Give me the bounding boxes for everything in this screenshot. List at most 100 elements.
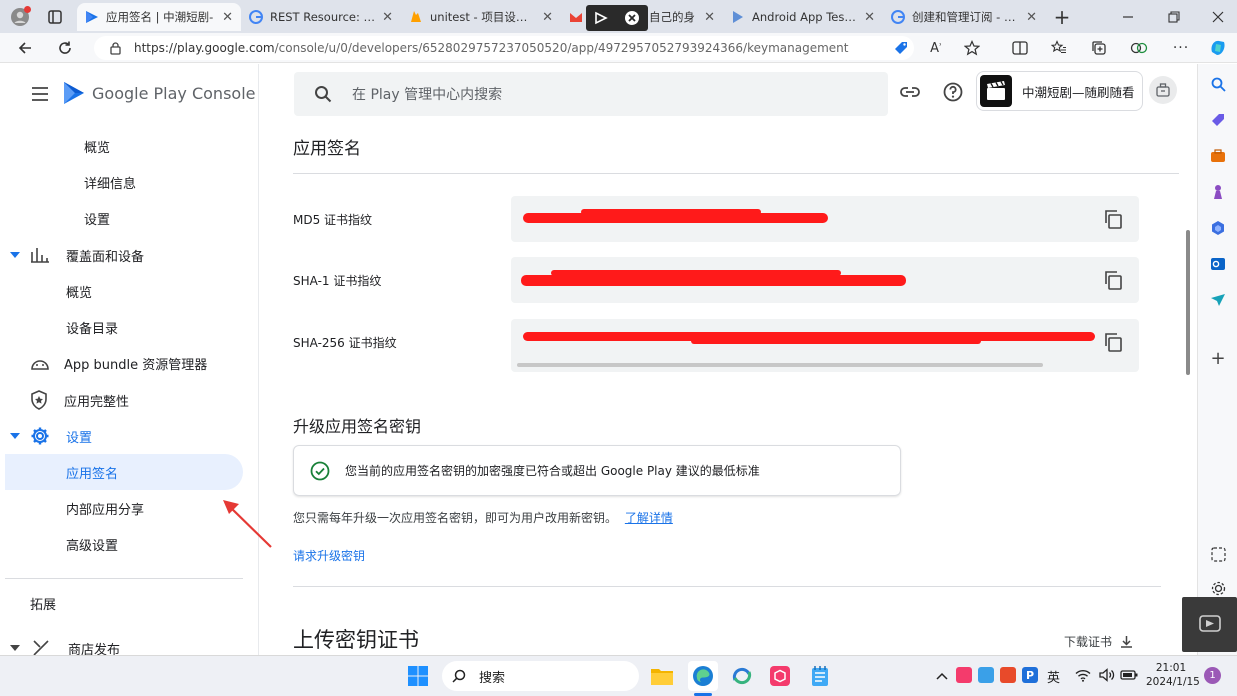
notepad-taskbar-icon[interactable]: [806, 662, 834, 690]
close-tab-icon[interactable]: ✕: [864, 10, 875, 25]
nav-setup[interactable]: 设置: [84, 200, 110, 236]
microsoft-365-icon[interactable]: [1208, 218, 1228, 238]
tab-rest-resource[interactable]: REST Resource: purch ✕: [241, 3, 401, 31]
tray-app-orange-icon[interactable]: [1000, 667, 1016, 683]
file-explorer-icon[interactable]: [648, 662, 676, 690]
play-console-logo-icon: [64, 82, 84, 104]
nav-label: 内部应用分享: [66, 502, 145, 518]
refresh-icon[interactable]: [54, 38, 76, 58]
wifi-icon[interactable]: [1074, 667, 1092, 683]
app-loop-taskbar-icon[interactable]: [728, 662, 756, 690]
capture-close-icon[interactable]: [624, 10, 640, 26]
play-console-logo[interactable]: Google Play Console: [62, 80, 255, 106]
restore-icon[interactable]: [1164, 7, 1184, 27]
extensions-icon[interactable]: [1128, 38, 1150, 58]
add-sidebar-app-icon[interactable]: +: [1208, 348, 1228, 369]
expand-caret-icon: [10, 433, 20, 439]
download-certificate-button[interactable]: 下载证书: [1064, 633, 1133, 650]
shopping-icon[interactable]: [1208, 110, 1228, 130]
tab-actions-icon[interactable]: [45, 7, 65, 27]
sidebar-search-icon[interactable]: [1208, 74, 1228, 94]
volume-icon[interactable]: [1098, 667, 1116, 683]
request-upgrade-link[interactable]: 请求升级密钥: [293, 547, 365, 564]
nav-details[interactable]: 详细信息: [84, 164, 136, 200]
link-icon[interactable]: [898, 80, 922, 104]
tab-manage-subscriptions[interactable]: 创建和管理订阅 - Pla ✕: [883, 3, 1045, 31]
copilot-icon[interactable]: [1206, 37, 1230, 59]
nav-device-catalog[interactable]: 设备目录: [66, 309, 118, 345]
screen-tool-icon[interactable]: [1208, 544, 1228, 564]
edge-taskbar-icon[interactable]: [688, 661, 718, 691]
tab-title: 应用签名 | 中潮短剧-: [106, 10, 214, 24]
notification-badge[interactable]: 1: [1204, 667, 1221, 684]
tab-title: unitest - 项目设置 - 知: [430, 10, 536, 24]
nav-advanced-settings[interactable]: 高级设置: [66, 526, 118, 562]
close-tab-icon[interactable]: ✕: [704, 10, 715, 25]
nav-section-grow: 拓展: [30, 585, 56, 621]
nav-label: App bundle 资源管理器: [64, 357, 208, 373]
account-button[interactable]: [1149, 76, 1177, 104]
copy-icon[interactable]: [1103, 270, 1123, 290]
collections-icon[interactable]: [1088, 38, 1110, 58]
nav-app-bundle-explorer[interactable]: App bundle 资源管理器: [30, 345, 207, 381]
menu-icon[interactable]: [28, 84, 52, 104]
copy-icon[interactable]: [1103, 332, 1123, 352]
address-bar[interactable]: https://play.google.com/console/u/0/deve…: [94, 36, 914, 60]
md5-redaction: [581, 209, 761, 215]
tools-icon[interactable]: [1208, 146, 1228, 166]
new-tab-icon[interactable]: +: [1050, 5, 1074, 29]
ime-indicator[interactable]: 英: [1047, 667, 1060, 686]
favorite-star-icon[interactable]: [961, 38, 983, 58]
outlook-icon[interactable]: [1208, 254, 1228, 274]
nav-reach-overview[interactable]: 概览: [66, 273, 92, 309]
split-screen-icon[interactable]: [1009, 38, 1031, 58]
drop-icon[interactable]: [1208, 290, 1228, 310]
nav-app-signing-selected[interactable]: [5, 454, 243, 490]
close-tab-icon[interactable]: ✕: [1026, 10, 1037, 25]
tray-overflow-chevron-icon[interactable]: [934, 666, 950, 686]
nav-internal-app-sharing[interactable]: 内部应用分享: [66, 490, 144, 526]
close-tab-icon[interactable]: ✕: [222, 10, 233, 25]
minimize-icon[interactable]: [1118, 7, 1138, 27]
tab-android-testing[interactable]: Android App Testing ✕: [723, 3, 883, 31]
close-tab-icon[interactable]: ✕: [542, 10, 553, 25]
games-icon[interactable]: [1208, 182, 1228, 202]
copy-icon[interactable]: [1103, 209, 1123, 229]
start-button-icon[interactable]: [405, 663, 431, 689]
app-switcher[interactable]: 中潮短剧—随刷随看: [976, 71, 1143, 111]
nav-app-signing[interactable]: 应用签名: [66, 454, 118, 490]
nav-overview[interactable]: 概览: [84, 128, 110, 164]
nav-store-presence[interactable]: 商店发布: [10, 630, 120, 655]
floating-recorder-button[interactable]: [1182, 597, 1237, 652]
nav-label: 应用完整性: [64, 394, 130, 410]
tray-app-red-icon[interactable]: [956, 667, 972, 683]
shopping-tag-icon[interactable]: [891, 38, 911, 58]
capture-flag-icon[interactable]: [594, 11, 608, 25]
sidebar-settings-icon[interactable]: [1208, 578, 1228, 598]
clock[interactable]: 21:01 2024/1/15: [1146, 661, 1200, 689]
console-search-input[interactable]: 在 Play 管理中心内搜索: [294, 72, 888, 116]
page-scrollbar-thumb[interactable]: [1186, 230, 1190, 375]
back-icon[interactable]: [14, 38, 36, 58]
tray-app-blue-icon[interactable]: [978, 667, 994, 683]
taskbar-search[interactable]: 搜索: [442, 661, 639, 691]
edge-sidebar: +: [1197, 64, 1237, 655]
read-aloud-icon[interactable]: Aʾ: [925, 38, 947, 58]
nav-settings[interactable]: 设置: [10, 418, 92, 454]
more-options-icon[interactable]: ···: [1170, 38, 1192, 58]
close-tab-icon[interactable]: ✕: [382, 10, 393, 25]
horizontal-scrollbar[interactable]: [517, 363, 1043, 367]
favorites-icon[interactable]: [1048, 38, 1070, 58]
tray-app-p-icon[interactable]: P: [1022, 667, 1038, 683]
close-window-icon[interactable]: [1208, 7, 1228, 27]
tab-unitest-settings[interactable]: unitest - 项目设置 - 知 ✕: [401, 3, 561, 31]
lock-icon[interactable]: [110, 42, 121, 55]
nav-reach-devices[interactable]: 覆盖面和设备: [10, 237, 144, 273]
nav-label: 商店发布: [68, 642, 121, 656]
nav-app-integrity[interactable]: 应用完整性: [30, 382, 129, 418]
learn-more-link[interactable]: 了解详情: [625, 511, 673, 525]
app-box-taskbar-icon[interactable]: [766, 662, 794, 690]
battery-icon[interactable]: [1120, 667, 1138, 683]
tab-app-signing[interactable]: 应用签名 | 中潮短剧- ✕: [77, 3, 241, 31]
help-icon[interactable]: [941, 80, 965, 104]
